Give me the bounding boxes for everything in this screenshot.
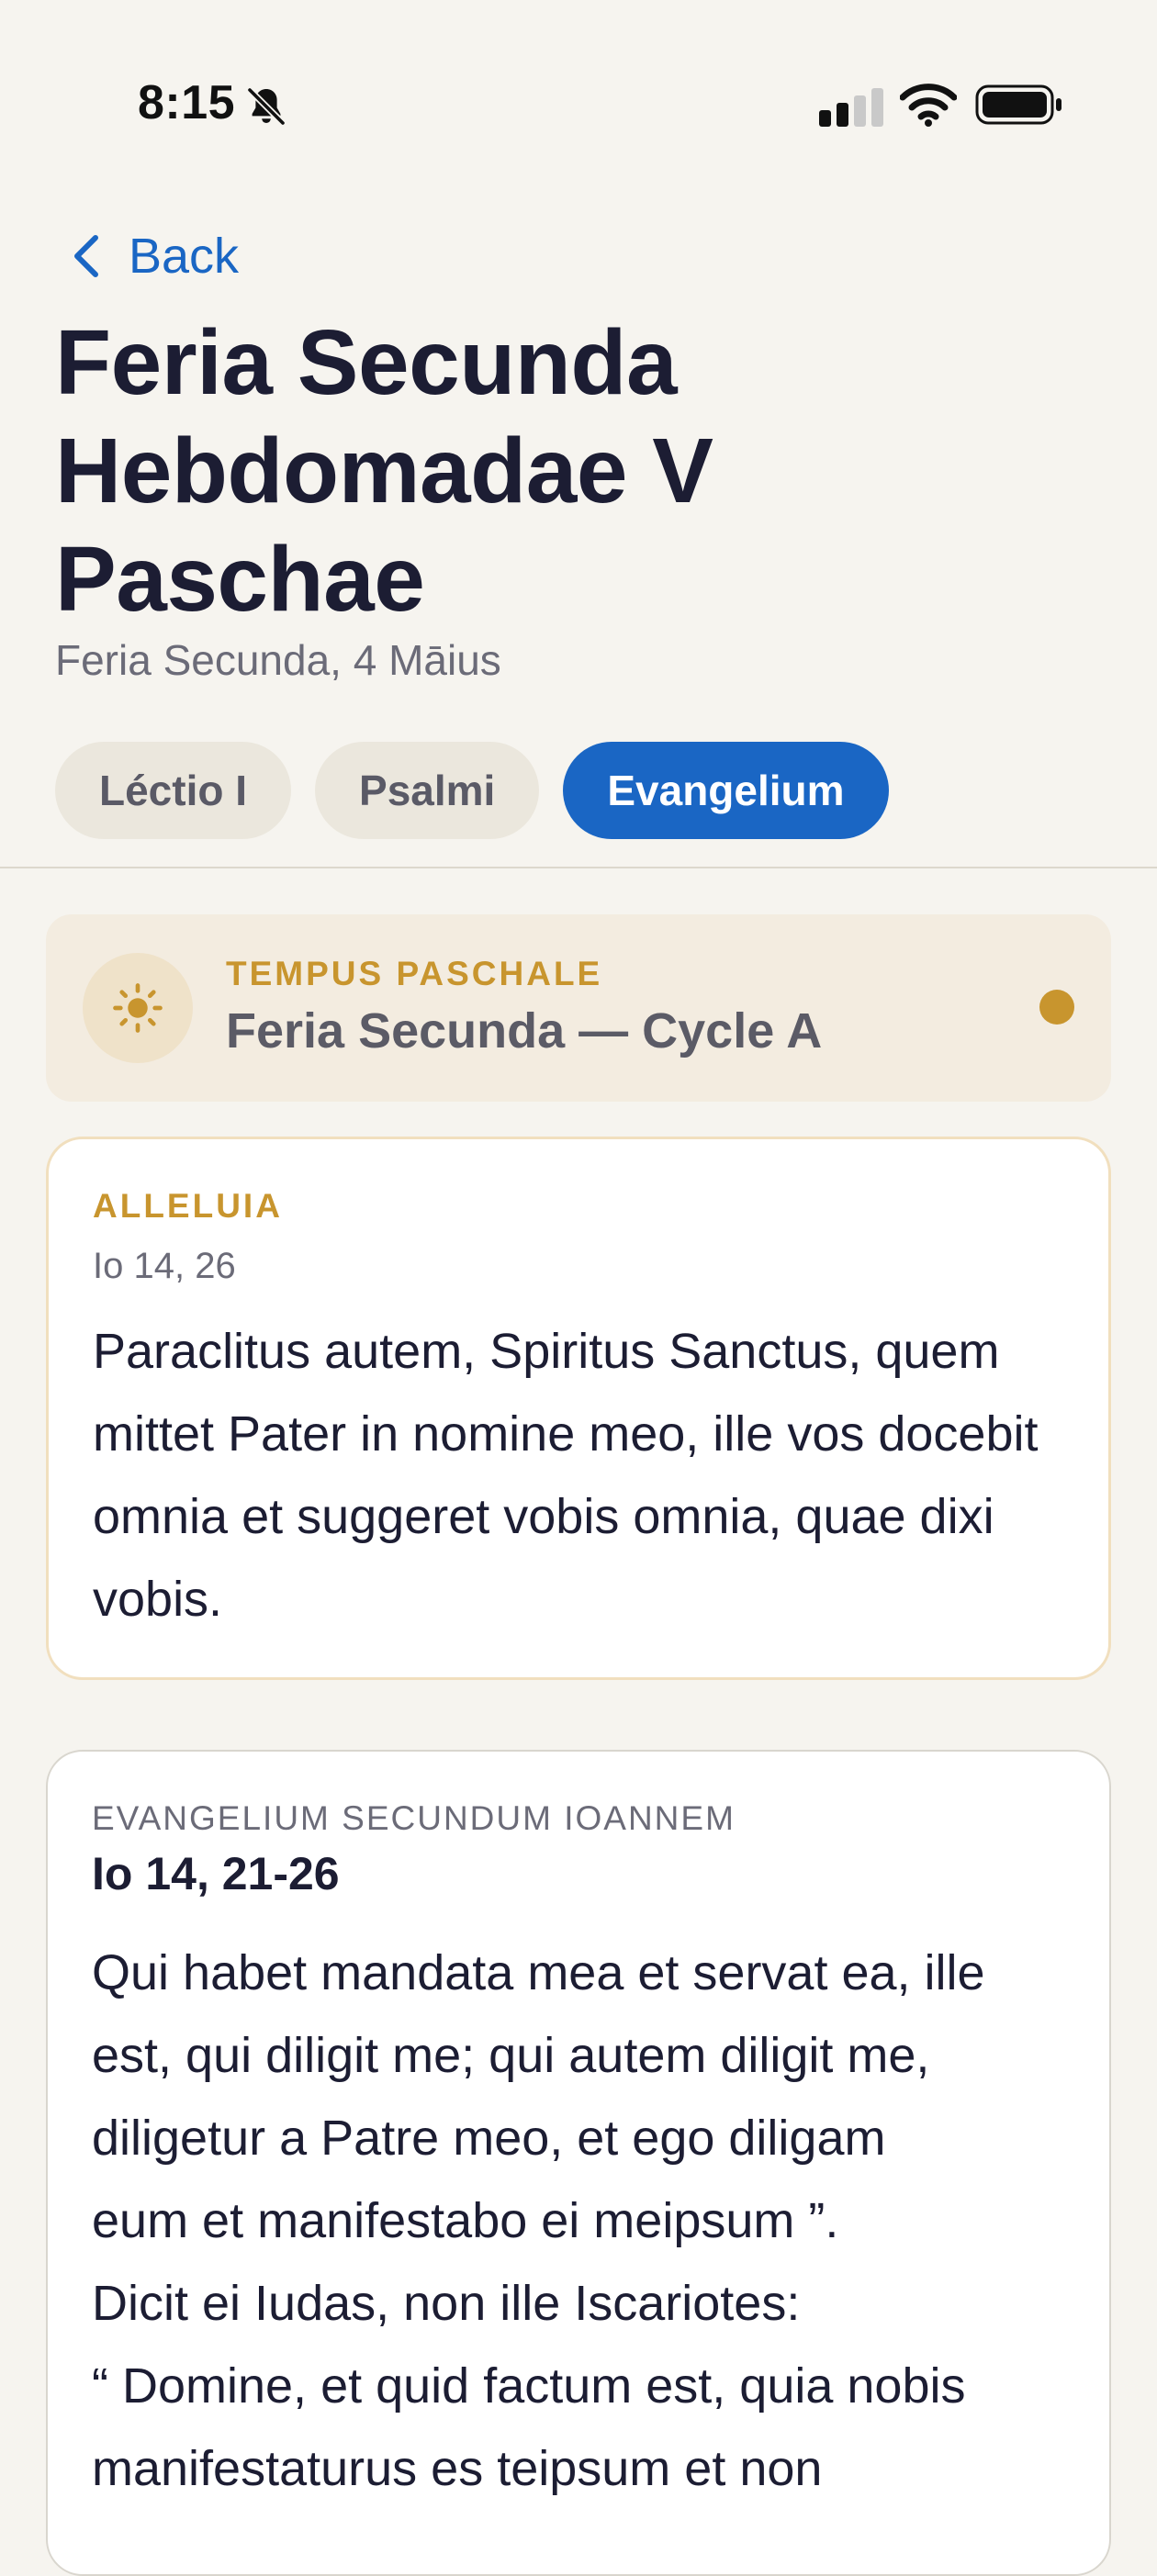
status-time: 8:15 xyxy=(138,76,236,129)
gospel-line: eum et manifestabo ei meipsum ”. xyxy=(92,2193,839,2248)
season-color-dot xyxy=(1039,990,1074,1025)
header-divider xyxy=(0,867,1157,868)
page-subtitle: Feria Secunda, 4 Māius xyxy=(55,636,501,684)
chevron-left-icon xyxy=(74,235,98,277)
gospel-text: Qui habet mandata mea et servat ea, ille… xyxy=(92,1932,1084,2510)
gospel-line: Dicit ei Iudas, non ille Iscariotes: xyxy=(92,2276,801,2331)
gospel-card: EVANGELIUM SECUNDUM IOANNEM Io 14, 21-26… xyxy=(46,1750,1111,2576)
back-button[interactable]: Back xyxy=(70,224,239,288)
season-icon-badge xyxy=(83,953,193,1063)
status-bar: 8:15 xyxy=(0,0,1157,211)
tab-psalmi[interactable]: Psalmi xyxy=(315,742,540,839)
back-label: Back xyxy=(129,229,240,284)
gospel-line: est, qui diligit me; qui autem diligit m… xyxy=(92,2028,930,2083)
gospel-label: EVANGELIUM SECUNDUM IOANNEM xyxy=(92,1799,736,1837)
sun-icon xyxy=(113,983,163,1033)
gospel-line: manifestaturus es teipsum et non xyxy=(92,2441,823,2496)
wifi-icon xyxy=(900,84,957,127)
gospel-line: Qui habet mandata mea et servat ea, ille xyxy=(92,1945,985,2000)
season-banner: TEMPUS PASCHALE Feria Secunda — Cycle A xyxy=(46,914,1111,1102)
bell-slash-icon xyxy=(247,87,286,126)
alleluia-reference: Io 14, 26 xyxy=(93,1246,236,1286)
alleluia-text: Paraclitus autem, Spiritus Sanctus, quem… xyxy=(93,1324,1039,1627)
battery-icon xyxy=(975,84,1062,125)
alleluia-card: ALLELUIA Io 14, 26 Paraclitus autem, Spi… xyxy=(46,1137,1111,1680)
tab-lectio-i[interactable]: Léctio I xyxy=(55,742,292,839)
page-title: Feria Secunda Hebdomadae V Paschae xyxy=(55,311,713,631)
season-label: TEMPUS PASCHALE xyxy=(226,955,603,992)
season-title: Feria Secunda — Cycle A xyxy=(226,1003,823,1058)
gospel-line: diligetur a Patre meo, et ego diligam xyxy=(92,2111,886,2166)
alleluia-label: ALLELUIA xyxy=(93,1187,283,1225)
tab-evangelium[interactable]: Evangelium xyxy=(563,742,889,839)
gospel-line: “ Domine, et quid factum est, quia nobis xyxy=(92,2358,966,2414)
cellular-signal-icon xyxy=(819,88,883,127)
tab-bar: Léctio I Psalmi Evangelium xyxy=(55,742,889,839)
gospel-reference: Io 14, 21-26 xyxy=(92,1848,340,1899)
